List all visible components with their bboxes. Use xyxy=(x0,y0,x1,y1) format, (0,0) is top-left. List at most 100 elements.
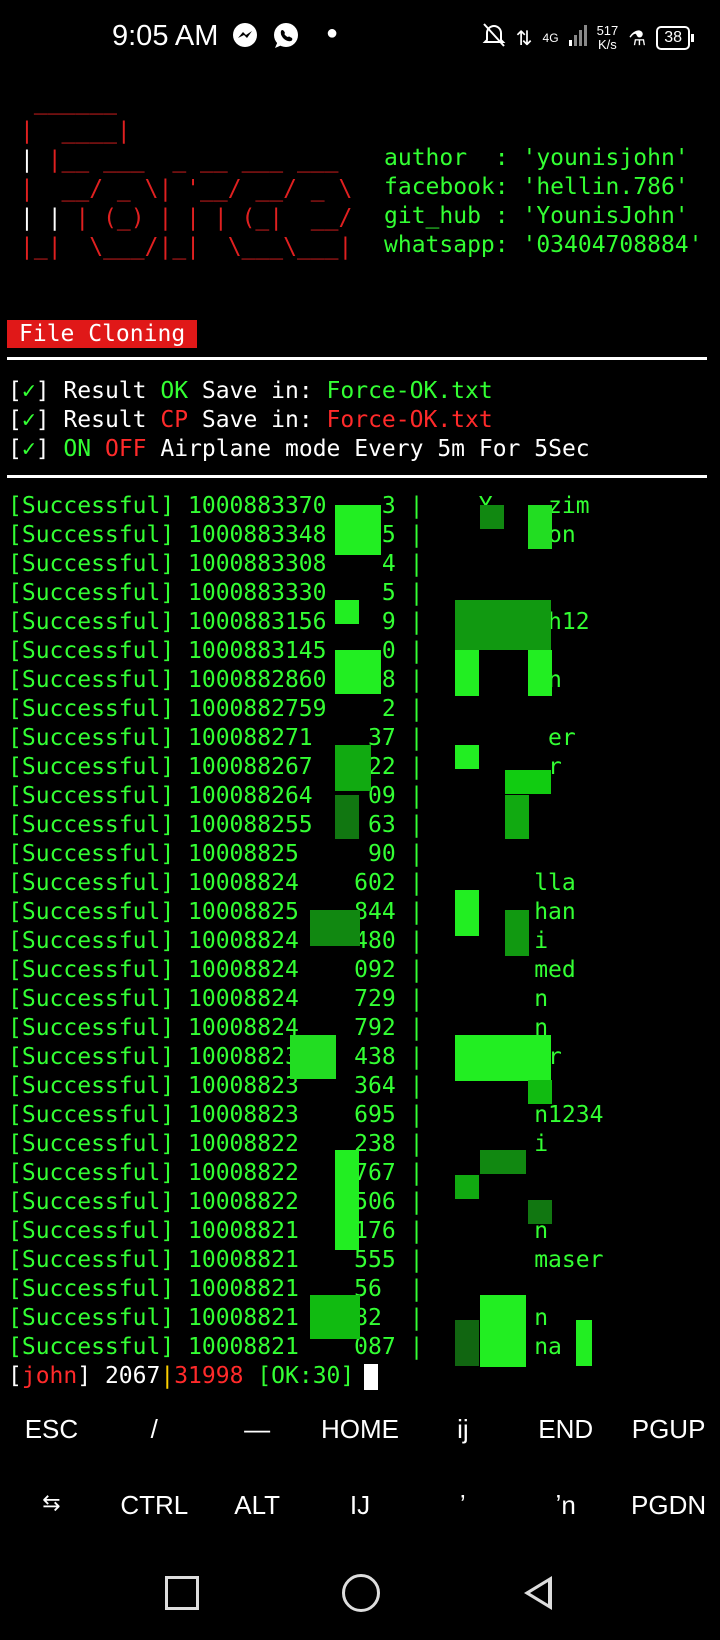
ok-file: Force-OK.txt xyxy=(326,378,493,404)
result-label: Result xyxy=(63,378,161,404)
censor-block xyxy=(528,1080,552,1104)
key-pgdn[interactable]: PGDN xyxy=(617,1490,720,1521)
home-button[interactable] xyxy=(342,1574,380,1612)
key-slash[interactable]: / xyxy=(103,1414,206,1445)
censor-block xyxy=(528,1200,552,1224)
censor-block xyxy=(310,1295,360,1339)
extra-keys-row-1: ESC / — HOME ij END PGUP xyxy=(0,1414,720,1445)
net-speed-unit: K/s xyxy=(598,37,617,52)
censor-block xyxy=(335,600,359,624)
censor-block xyxy=(455,745,479,769)
key-pgup[interactable]: PGUP xyxy=(617,1414,720,1445)
key-home[interactable]: HOME xyxy=(309,1414,412,1445)
log-row: [Successful] 1000882860 8 | n xyxy=(8,667,562,693)
key-ctrl[interactable]: CTRL xyxy=(103,1490,206,1521)
key-tab[interactable]: ⇆ xyxy=(0,1490,103,1521)
data-arrows-icon: ⇅ xyxy=(515,27,533,50)
divider-top xyxy=(7,357,707,360)
censor-block xyxy=(480,505,504,529)
clock: 9:05 AM xyxy=(112,20,219,52)
censor-block xyxy=(528,650,552,696)
censor-block xyxy=(335,745,371,791)
prompt-ok: [OK:30] xyxy=(257,1363,355,1389)
log-row: [Successful] 100088271 37 | er xyxy=(8,725,576,751)
progress-prompt: [john] 2067|31998 [OK:30] xyxy=(8,1362,379,1391)
prompt-total: 31998 xyxy=(174,1363,244,1389)
censor-block xyxy=(455,1175,479,1199)
censor-block xyxy=(505,770,551,794)
check-mark: ✓ xyxy=(21,407,36,433)
save-label: Save in: xyxy=(188,378,327,404)
censor-block xyxy=(455,650,479,696)
censor-block xyxy=(455,1035,551,1081)
censor-block xyxy=(290,1035,336,1079)
key-ij-ligature[interactable]: IJ xyxy=(309,1490,412,1521)
log-row: [Successful] 10008822 506 | xyxy=(8,1189,424,1215)
key-end[interactable]: END xyxy=(514,1414,617,1445)
log-row: [Successful] 1000883370 3 | Y zim xyxy=(8,493,590,519)
key-apostrophe-n[interactable]: ʼn xyxy=(514,1490,617,1521)
off-label: OFF xyxy=(104,436,147,462)
flask-icon: ⚗ xyxy=(628,27,647,50)
airplane-mode-line: [✓] ON OFF Airplane mode Every 5m For 5S… xyxy=(8,436,590,462)
extra-keys-row-2: ⇆ CTRL ALT IJ ʼ ʼn PGDN xyxy=(0,1490,720,1521)
net-speed-value: 517 xyxy=(596,23,619,38)
log-row: [Successful] 10008824 602 | lla xyxy=(8,870,576,896)
check-mark: ✓ xyxy=(21,378,36,404)
on-label: ON xyxy=(63,436,92,462)
result-cp-line: [✓] Result CP Save in: Force-OK.txt xyxy=(8,407,493,433)
facebook-line: facebook: 'hellin.786' xyxy=(384,174,689,200)
github-line: git_hub : 'YounisJohn' xyxy=(384,203,689,229)
signal-icon xyxy=(568,24,587,52)
censor-block xyxy=(480,1295,526,1367)
net-speed: 517 K/s xyxy=(597,24,619,52)
censor-block xyxy=(310,910,360,946)
check-mark: ✓ xyxy=(21,436,36,462)
key-apostrophe[interactable]: ʼ xyxy=(411,1490,514,1521)
divider-bottom xyxy=(7,475,707,478)
cp-file: Force-OK.txt xyxy=(326,407,493,433)
key-alt[interactable]: ALT xyxy=(206,1490,309,1521)
prompt-count: 2067 xyxy=(104,1363,161,1389)
key-ij[interactable]: ij xyxy=(411,1414,514,1445)
network-type: 4G xyxy=(542,31,559,45)
key-dash[interactable]: — xyxy=(206,1414,309,1445)
censor-block xyxy=(505,910,529,956)
airplane-text: Airplane mode Every 5m For 5Sec xyxy=(146,436,590,462)
result-ok-line: [✓] Result OK Save in: Force-OK.txt xyxy=(8,378,493,404)
battery-icon: 38 xyxy=(656,26,694,50)
result-label: Result xyxy=(63,407,161,433)
log-row: [Successful] 1000883348 5 | on xyxy=(8,522,576,548)
log-row: [Successful] 10008825 90 | xyxy=(8,841,424,867)
censor-block xyxy=(455,1320,479,1366)
log-row: [Successful] 10008821 555 | maser xyxy=(8,1247,604,1273)
censor-block xyxy=(335,650,381,694)
censor-block xyxy=(455,890,479,936)
censor-block xyxy=(335,505,381,555)
force-ascii-logo: ______ | ____| | |__ ___ _ __ ___ ___ | … xyxy=(20,89,353,260)
key-esc[interactable]: ESC xyxy=(0,1414,103,1445)
censor-block xyxy=(480,1150,526,1174)
censor-block xyxy=(528,505,552,549)
censor-block xyxy=(505,795,529,839)
terminal-cursor[interactable] xyxy=(364,1363,379,1390)
censor-block xyxy=(576,1320,592,1366)
author-info: author : 'younisjohn' facebook: 'hellin.7… xyxy=(384,144,703,260)
cp-status: CP xyxy=(160,407,189,433)
log-row: [Successful] 10008823 695 | n1234 xyxy=(8,1102,604,1128)
censor-block xyxy=(335,1150,359,1250)
log-row: [Successful] 10008821 176 | n xyxy=(8,1218,549,1244)
battery-level: 38 xyxy=(664,29,682,46)
censor-block xyxy=(335,795,359,839)
author-line: author : 'younisjohn' xyxy=(384,145,689,171)
log-row: [Successful] 1000883308 4 | xyxy=(8,551,424,577)
status-bar: 9:05 AM ● ⇅ 4G 517 K/s ⚗ 38 xyxy=(0,0,720,80)
back-button[interactable] xyxy=(524,1576,552,1610)
whatsapp-icon xyxy=(272,22,300,57)
log-row: [Successful] 1000882759 2 | xyxy=(8,696,424,722)
dot-icon: ● xyxy=(326,22,339,44)
prompt-user: john xyxy=(21,1363,78,1389)
ok-status: OK xyxy=(160,378,189,404)
recents-button[interactable] xyxy=(165,1576,199,1610)
section-title: File Cloning xyxy=(7,320,198,348)
